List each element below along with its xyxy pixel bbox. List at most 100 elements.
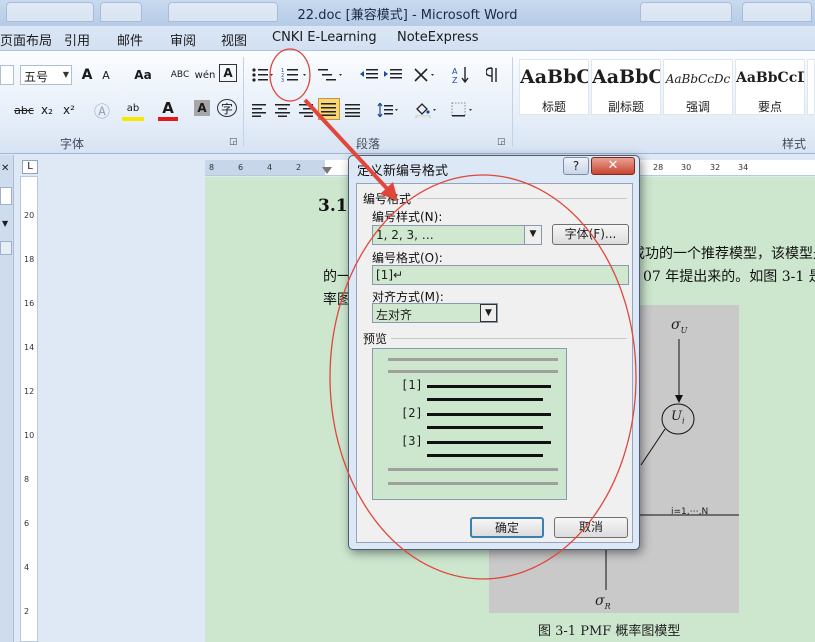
clear-format-icon: ABC <box>170 70 190 80</box>
font-size-combo[interactable]: 五号 ▼ <box>20 65 72 85</box>
align-center-button[interactable] <box>273 99 293 121</box>
tab-mailings[interactable]: 邮件 <box>117 30 143 49</box>
strikethrough-button[interactable]: abc <box>13 99 35 121</box>
decrease-indent-button[interactable] <box>358 64 380 86</box>
style-more[interactable] <box>807 59 815 115</box>
ruler-number: 6 <box>238 163 244 172</box>
ruler-number: 4 <box>24 563 30 572</box>
clear-format-button[interactable]: ABC <box>170 64 190 86</box>
sort-icon: AZ <box>452 67 469 84</box>
close-button[interactable]: ✕ <box>591 157 635 175</box>
nav-search-box[interactable] <box>0 187 12 205</box>
ruler-number: 30 <box>681 163 692 172</box>
tab-page-layout[interactable]: 页面布局 <box>0 30 52 49</box>
dialog-launcher-icon[interactable]: ◲ <box>497 137 506 147</box>
chevron-down-icon[interactable]: ▼ <box>480 304 497 322</box>
font-color-icon: A <box>162 99 174 117</box>
subscript-button[interactable]: x₂ <box>38 99 56 121</box>
style-sample: AaBbC <box>520 66 588 88</box>
body-text: 07 年提出来的。如图 3-1 是 <box>643 269 815 285</box>
preview-box: [1] [2] [3] <box>372 348 567 500</box>
subscript-icon: x₂ <box>41 103 53 117</box>
style-title[interactable]: AaBbC 标题 <box>519 59 589 115</box>
enclose-char-button[interactable]: 字 <box>217 99 237 117</box>
superscript-button[interactable]: x² <box>60 99 78 121</box>
sort-button[interactable]: AZ <box>450 64 472 86</box>
style-subtitle[interactable]: AaBbC 副标题 <box>591 59 661 115</box>
tab-view[interactable]: 视图 <box>221 30 247 49</box>
indent-marker-icon[interactable] <box>322 167 332 174</box>
number-style-label: 编号样式(N): <box>372 210 443 224</box>
char-shading-icon: A <box>197 101 207 115</box>
style-name: 副标题 <box>607 100 644 114</box>
font-name-combo[interactable] <box>0 65 14 85</box>
alignment-select[interactable]: 左对齐 ▼ <box>372 303 498 323</box>
show-marks-button[interactable] <box>484 64 502 86</box>
highlight-button[interactable]: ab <box>122 99 144 121</box>
chinese-layout-button[interactable] <box>412 64 438 86</box>
text-effect-button[interactable]: Ⓐ <box>92 99 112 121</box>
style-emphasis[interactable]: AaBbCcDc 强调 <box>663 59 733 115</box>
borders-button[interactable] <box>450 99 476 121</box>
justify-icon <box>321 102 336 116</box>
chinese-layout-icon <box>414 68 434 82</box>
align-left-button[interactable] <box>250 99 270 121</box>
char-shading-button[interactable]: A <box>194 100 210 116</box>
ruler-number: 34 <box>738 163 749 172</box>
preview-line <box>427 426 543 429</box>
ruler-number: 8 <box>209 163 215 172</box>
figure-caption: 图 3-1 PMF 概率图模型 <box>538 624 681 639</box>
multilevel-list-button[interactable] <box>316 64 346 86</box>
sigma-subscript: R <box>604 601 611 611</box>
help-button[interactable]: ? <box>563 157 589 175</box>
style-strong[interactable]: AaBbCcD 要点 <box>735 59 805 115</box>
line-spacing-button[interactable] <box>376 99 402 121</box>
plate-index-label: i=1,⋯,N <box>671 507 709 517</box>
group-divider <box>243 57 244 147</box>
phonetic-guide-button[interactable]: wén <box>194 64 216 86</box>
ok-button[interactable]: 确定 <box>470 517 544 538</box>
ruler-number: 20 <box>24 211 35 220</box>
nav-pane-button[interactable] <box>0 241 12 255</box>
increase-indent-button[interactable] <box>382 64 404 86</box>
shrink-font-button[interactable]: A <box>98 64 114 86</box>
change-case-button[interactable]: Aa <box>128 64 158 86</box>
numbering-button[interactable]: 123 <box>280 64 310 86</box>
align-right-button[interactable] <box>296 99 316 121</box>
preview-line <box>388 358 558 361</box>
number-style-select[interactable]: 1, 2, 3, … ▼ <box>372 225 542 245</box>
shading-button[interactable] <box>414 99 440 121</box>
change-case-icon: Aa <box>134 68 152 82</box>
font-color-button[interactable]: A <box>158 99 178 121</box>
tab-references[interactable]: 引用 <box>64 30 90 49</box>
preview-line <box>427 454 543 457</box>
cancel-button[interactable]: 取消 <box>554 517 628 538</box>
chevron-down-icon[interactable]: ▼ <box>2 219 8 228</box>
preview-number: [2] <box>401 406 423 420</box>
tab-review[interactable]: 审阅 <box>170 30 196 49</box>
tab-selector[interactable]: L <box>22 160 38 174</box>
ruler-number: 12 <box>24 387 35 396</box>
font-button[interactable]: 字体(F)... <box>552 224 629 245</box>
figure-edge <box>640 428 666 466</box>
preview-line <box>388 468 558 471</box>
dialog-launcher-icon[interactable]: ◲ <box>229 137 238 147</box>
number-format-input[interactable]: [1]↵ <box>372 265 629 285</box>
chevron-down-icon[interactable]: ▼ <box>524 226 541 244</box>
section-divider <box>417 198 627 199</box>
char-border-button[interactable]: A <box>219 64 237 82</box>
bullets-button[interactable] <box>250 64 276 86</box>
tab-noteexpress[interactable]: NoteExpress <box>397 30 479 45</box>
tab-cnki[interactable]: CNKI E-Learning <box>272 30 377 45</box>
preview-label: 预览 <box>363 332 388 346</box>
grow-font-button[interactable]: A <box>78 64 96 86</box>
svg-text:Z: Z <box>452 76 458 84</box>
highlight-icon: ab <box>126 102 140 114</box>
close-icon[interactable]: ✕ <box>1 163 9 174</box>
ruler-number: 10 <box>24 431 35 440</box>
font-size-value: 五号 <box>24 70 49 84</box>
ruler-number: 14 <box>24 343 35 352</box>
justify-button[interactable] <box>318 98 340 120</box>
window-title: 22.doc [兼容模式] - Microsoft Word <box>297 8 518 23</box>
distributed-button[interactable] <box>343 99 363 121</box>
